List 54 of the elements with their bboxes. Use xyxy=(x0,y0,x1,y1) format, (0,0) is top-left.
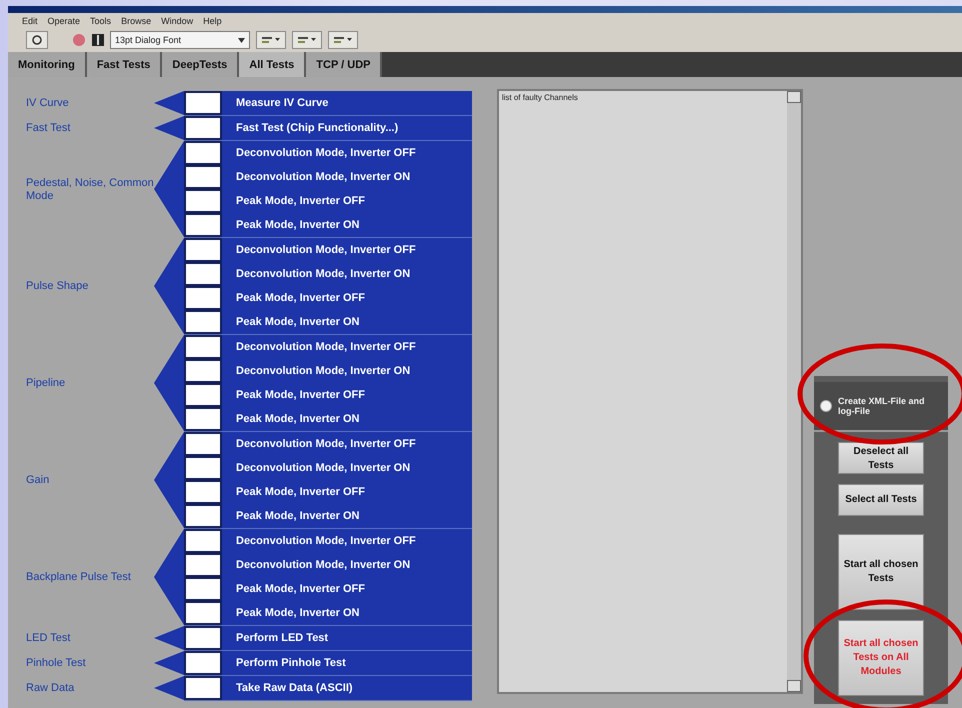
group-label: IV Curve xyxy=(26,97,70,110)
menu-item[interactable]: Help xyxy=(203,16,222,26)
action-button[interactable]: Start all chosen Tests xyxy=(838,534,924,610)
tab[interactable]: Fast Tests xyxy=(86,52,162,77)
test-label: Deconvolution Mode, Inverter ON xyxy=(222,553,472,577)
group-label: Backplane Pulse Test xyxy=(26,571,132,584)
xml-toggle[interactable]: Create XML-File and log-File xyxy=(814,382,948,432)
action-button[interactable]: Deselect all Tests xyxy=(838,442,924,474)
test-label: Peak Mode, Inverter OFF xyxy=(222,577,472,601)
menu-item[interactable]: Operate xyxy=(48,16,80,26)
menu-item[interactable]: Browse xyxy=(121,16,152,26)
test-label: Peak Mode, Inverter ON xyxy=(222,601,472,625)
test-label: Perform LED Test xyxy=(222,626,472,650)
test-label: Peak Mode, Inverter OFF xyxy=(222,383,472,407)
tab[interactable]: All Tests xyxy=(239,52,306,77)
test-label: Peak Mode, Inverter OFF xyxy=(222,286,472,310)
font-dropdown[interactable]: 13pt Dialog Font xyxy=(110,31,250,49)
list-title: list of faulty Channels xyxy=(500,92,579,104)
test-label: Deconvolution Mode, Inverter ON xyxy=(222,165,472,189)
menu-item[interactable]: Window xyxy=(161,16,194,26)
group-label: Fast Test xyxy=(26,122,72,135)
test-label: Measure IV Curve xyxy=(222,91,472,115)
group-label: Pinhole Test xyxy=(26,657,87,670)
test-label: Deconvolution Mode, Inverter OFF xyxy=(222,238,472,262)
test-label: Peak Mode, Inverter OFF xyxy=(222,480,472,504)
toggle-label: Create XML-File and log-File xyxy=(838,396,926,416)
test-label: Deconvolution Mode, Inverter ON xyxy=(222,456,472,480)
test-label: Peak Mode, Inverter ON xyxy=(222,213,472,237)
test-label: Deconvolution Mode, Inverter OFF xyxy=(222,432,472,456)
test-label: Deconvolution Mode, Inverter OFF xyxy=(222,335,472,359)
tab[interactable]: DeepTests xyxy=(162,52,240,77)
list-box[interactable]: list of faulty Channels xyxy=(496,89,803,694)
group-label: Pipeline xyxy=(26,377,66,390)
tab[interactable]: Monitoring xyxy=(8,52,87,77)
test-label: Deconvolution Mode, Inverter OFF xyxy=(222,141,472,165)
test-label: Peak Mode, Inverter ON xyxy=(222,504,472,528)
test-label: Peak Mode, Inverter OFF xyxy=(222,189,472,213)
test-label: Take Raw Data (ASCII) xyxy=(222,676,472,700)
group-label: Pulse Shape xyxy=(26,280,90,293)
action-button[interactable]: Select all Tests xyxy=(838,484,924,516)
test-label: Perform Pinhole Test xyxy=(222,651,472,675)
test-label: Deconvolution Mode, Inverter OFF xyxy=(222,529,472,553)
test-label: Peak Mode, Inverter ON xyxy=(222,310,472,334)
group-label: LED Test xyxy=(26,632,72,645)
test-label: Peak Mode, Inverter ON xyxy=(222,407,472,431)
group-label: Raw Data xyxy=(26,682,76,695)
test-label: Fast Test (Chip Functionality...) xyxy=(222,116,472,140)
menu-item[interactable]: Edit xyxy=(22,16,38,26)
group-label: Pedestal, Noise, Common Mode xyxy=(26,176,154,202)
test-label: Deconvolution Mode, Inverter ON xyxy=(222,262,472,286)
menu-item[interactable]: Tools xyxy=(90,16,112,26)
test-label: Deconvolution Mode, Inverter ON xyxy=(222,359,472,383)
group-label: Gain xyxy=(26,474,50,487)
tab[interactable]: TCP / UDP xyxy=(306,52,382,77)
